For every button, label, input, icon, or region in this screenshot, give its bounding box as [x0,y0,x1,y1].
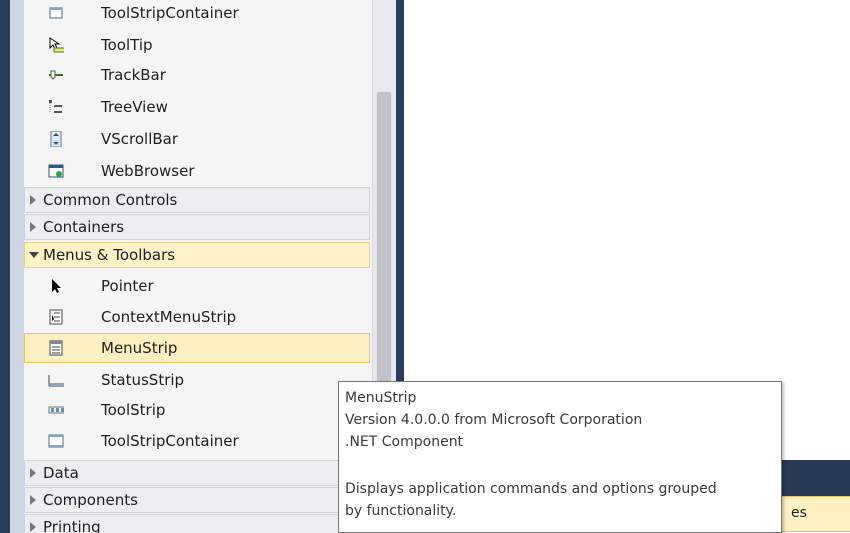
vscrollbar-icon [48,131,64,147]
toolstripcontainer-icon [48,5,64,21]
toolstripcontainer-icon [48,433,64,449]
contextmenustrip-icon [48,309,64,325]
expand-arrow-icon [30,222,36,232]
expand-arrow-icon [30,495,36,505]
toolbox-item-label: Pointer [101,277,154,295]
toolbox-item-label: ContextMenuStrip [101,308,237,326]
toolbox-item-label: ToolStripContainer [101,4,239,22]
toolbox-item-label: ToolStrip [101,401,166,419]
toolbox-item-toolstrip[interactable]: ToolStrip [24,395,370,425]
tooltip-description-line1: Displays application commands and option… [345,481,717,497]
pointer-icon [48,278,64,294]
toolbox-item-label: MenuStrip [101,339,178,357]
toolbox-item-toolstripcontainer-top[interactable]: ToolStripContainer [24,0,370,28]
toolbox-item-pointer[interactable]: Pointer [24,271,370,301]
category-label: Components [43,491,138,509]
bottom-tab-label: es [791,505,807,521]
trackbar-icon [48,67,64,83]
tooltip-description-line2: by functionality. [345,503,457,519]
category-data[interactable]: Data [24,460,370,486]
category-menus-toolbars[interactable]: Menus & Toolbars [24,242,370,268]
toolbox-item-label: ToolTip [101,36,153,54]
toolbox-item-toolstripcontainer[interactable]: ToolStripContainer [24,426,370,456]
treeview-icon [48,99,64,115]
tooltip-type: .NET Component [345,434,464,450]
toolbox-item-treeview[interactable]: TreeView [24,92,370,122]
category-containers[interactable]: Containers [24,214,370,240]
bottom-tab[interactable]: es [776,496,850,532]
toolbox-item-label: StatusStrip [101,371,185,389]
category-label: Common Controls [43,191,178,209]
category-components[interactable]: Components [24,487,370,513]
toolbox-item-label: VScrollBar [101,130,179,148]
toolbox-item-label: WebBrowser [101,162,195,180]
collapse-arrow-icon [29,252,39,258]
toolbox-item-label: ToolStripContainer [101,432,239,450]
expand-arrow-icon [30,195,36,205]
category-label: Menus & Toolbars [43,246,176,264]
toolbox-item-trackbar[interactable]: TrackBar [24,60,370,90]
toolbox-item-vscrollbar[interactable]: VScrollBar [24,124,370,154]
toolbox-item-tooltip[interactable]: ToolTip [24,30,370,60]
item-tooltip: MenuStrip Version 4.0.0.0 from Microsoft… [338,381,782,533]
expand-arrow-icon [30,468,36,478]
window-frame-left-inner [10,0,24,533]
category-label: Data [43,464,79,482]
tooltip-title: MenuStrip [345,390,417,406]
webbrowser-icon [48,163,64,179]
category-label: Containers [43,218,125,236]
statusstrip-icon [48,372,64,388]
toolbox-item-contextmenustrip[interactable]: ContextMenuStrip [24,302,370,332]
toolbox-item-webbrowser[interactable]: WebBrowser [24,156,370,186]
category-label: Printing [43,518,101,533]
category-common-controls[interactable]: Common Controls [24,187,370,213]
expand-arrow-icon [30,522,36,532]
toolstrip-icon [48,402,64,418]
tooltip-icon [48,37,64,53]
toolbox-item-statusstrip[interactable]: StatusStrip [24,365,370,395]
tooltip-version: Version 4.0.0.0 from Microsoft Corporati… [345,412,643,428]
toolbox-item-label: TreeView [101,98,168,116]
menustrip-icon [48,340,64,356]
category-printing[interactable]: Printing [24,514,370,533]
window-frame-left [0,0,10,533]
toolbox-panel: ToolStripContainer ToolTip TrackBar Tree… [24,0,372,533]
toolbox-item-label: TrackBar [101,66,166,84]
toolbox-item-menustrip[interactable]: MenuStrip [24,333,370,363]
